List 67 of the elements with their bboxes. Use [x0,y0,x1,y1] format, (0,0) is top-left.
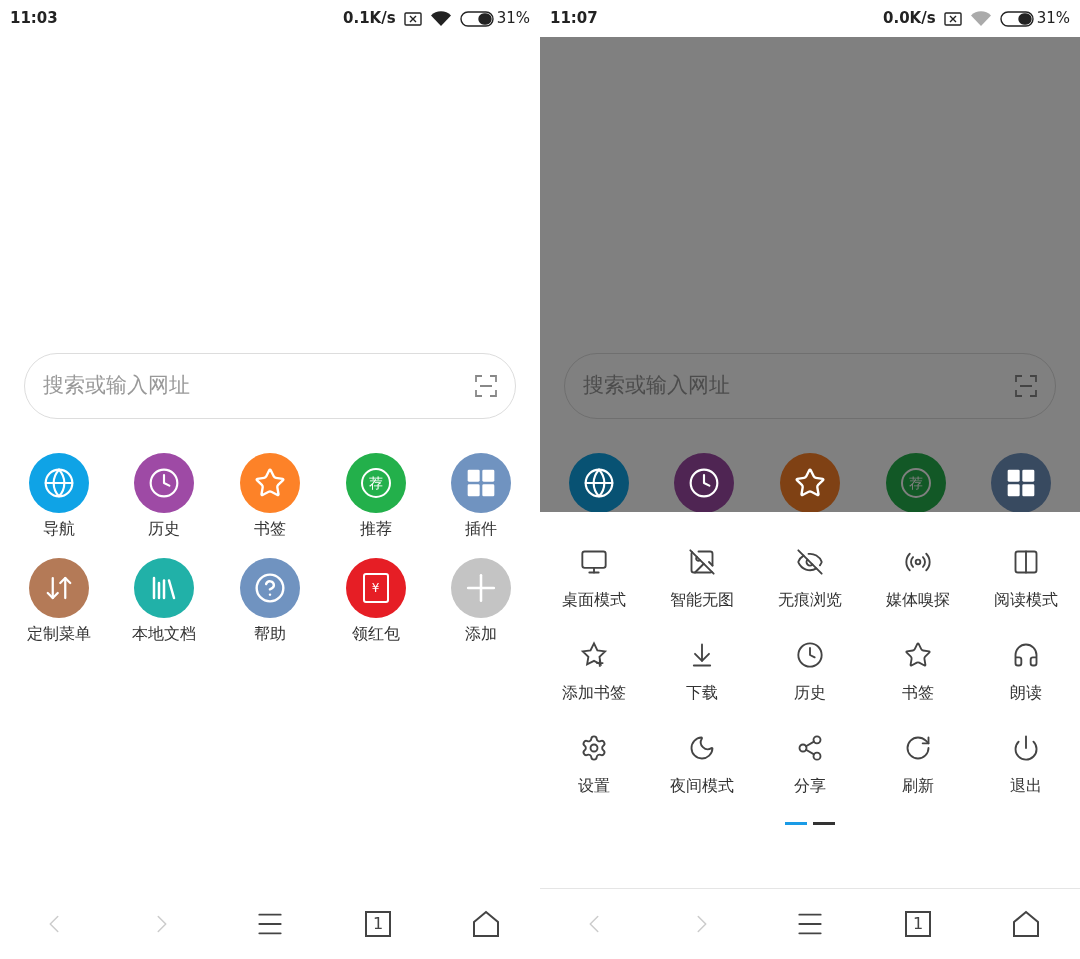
globe-icon [42,467,75,499]
clock-icon [796,641,824,669]
shortcut-label: 插件 [465,519,498,539]
menu-item[interactable]: 退出 [972,734,1080,796]
power-icon [1012,734,1040,762]
sim-icon [403,11,422,26]
envelope-glyph: ¥ [362,573,389,603]
shortcut-label: 定制菜单 [26,624,91,644]
home-button[interactable] [472,910,500,938]
shortcut-icon[interactable] [780,453,840,512]
sim-icon [943,11,962,26]
eye-off-icon [796,548,824,576]
shortcut-label: 推荐 [359,519,392,539]
share-icon [796,734,824,762]
menu-item[interactable]: 阅读模式 [972,548,1080,610]
clock-icon [688,467,721,499]
scan-icon [1015,375,1037,397]
battery-icon [999,10,1034,27]
globe-icon [582,467,615,499]
monitor-icon [580,548,608,576]
headphones-icon [1012,641,1040,669]
star-icon [904,641,932,669]
image-off-icon [688,548,716,576]
network-speed: 0.0K/s [883,8,936,30]
menu-item[interactable]: 无痕浏览 [756,548,864,610]
menu-item[interactable]: 桌面模式 [540,548,648,610]
menu-item[interactable]: 媒体嗅探 [864,548,972,610]
scan-icon [475,375,497,397]
menu-item[interactable]: 智能无图 [648,548,756,610]
shortcut-label: 帮助 [254,624,286,644]
menu-item[interactable]: 历史 [756,641,864,703]
menu-item[interactable]: 下载 [648,641,756,703]
shortcut-label: 书签 [254,519,286,539]
shortcut-icon[interactable]: ¥ [345,558,406,618]
shortcut-label: 导航 [42,519,75,539]
battery-icon [459,10,494,27]
network-speed: 0.1K/s [343,8,396,30]
settings-icon [580,734,608,762]
clock-time: 11:07 [550,8,598,30]
star-icon [254,467,286,499]
battery-percent: 31% [496,8,530,30]
menu-item[interactable]: 设置 [540,734,648,796]
menu-item[interactable]: 朗读 [972,641,1080,703]
moon-icon [688,734,716,762]
menu-item[interactable]: 书签 [864,641,972,703]
clock-icon [148,467,181,499]
star-plus-icon [580,641,608,669]
menu-item[interactable]: 分享 [756,734,864,796]
menu-item[interactable]: 刷新 [864,734,972,796]
shortcut-label: 添加 [465,624,498,644]
tabs-button[interactable]: 1 [905,911,931,937]
tabs-button[interactable]: 1 [365,911,391,937]
search-placeholder: 搜索或输入网址 [43,372,191,400]
menu-item[interactable]: 夜间模式 [648,734,756,796]
shortcut-label: 历史 [148,519,181,539]
ribbon-badge-glyph: 荐 [360,468,391,498]
help-icon [254,572,286,604]
columns-icon [1012,548,1040,576]
star-icon [794,467,826,499]
refresh-icon [904,734,932,762]
clock-time: 11:03 [10,8,58,30]
menu-item[interactable]: 添加书签 [540,641,648,703]
shortcut-label: 本地文档 [132,624,197,644]
battery-percent: 31% [1036,8,1070,30]
shortcut-label: 领红包 [351,624,400,644]
home-button[interactable] [1012,910,1040,938]
ribbon-badge-glyph: 荐 [900,468,931,498]
